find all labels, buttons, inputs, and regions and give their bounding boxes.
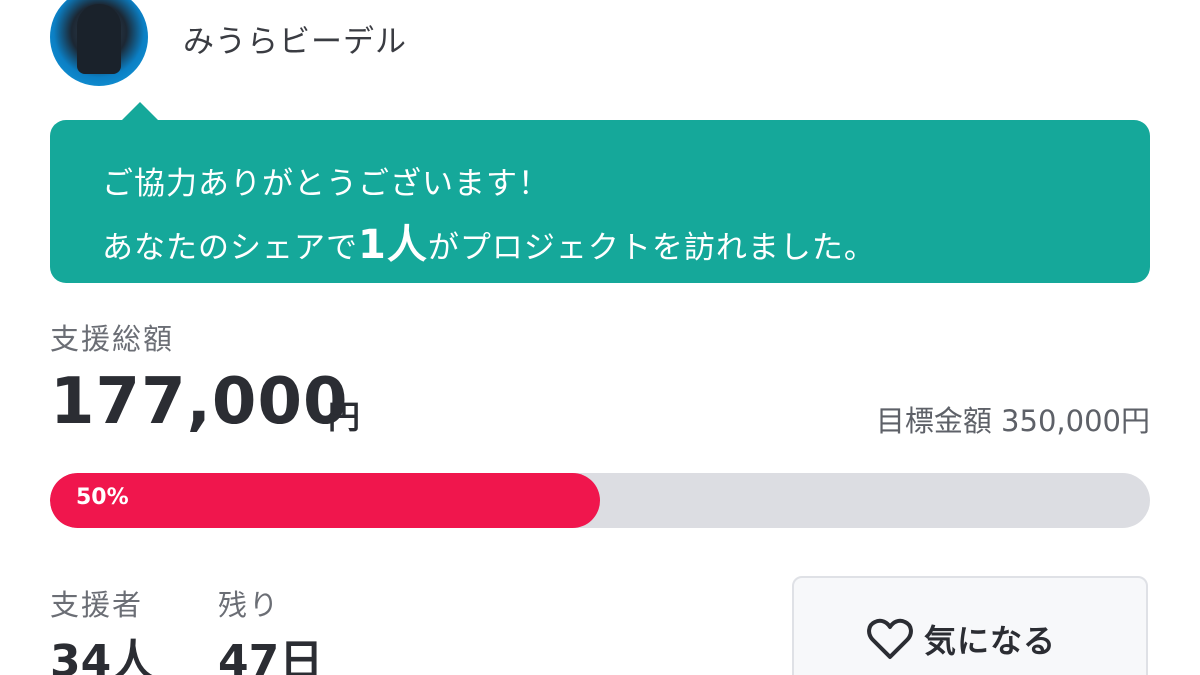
heart-icon xyxy=(867,618,913,659)
share-visits-message: あなたのシェアで1人がプロジェクトを訪れました。 xyxy=(102,212,876,270)
author-avatar[interactable] xyxy=(50,0,148,86)
goal-amount: 目標金額 350,000円 xyxy=(875,404,1150,438)
watch-button-content: 気になる xyxy=(866,616,1056,662)
thanks-message: ご協力ありがとうございます！ xyxy=(102,166,550,202)
total-amount-value: 177,000 xyxy=(50,365,349,439)
remaining-label: 残り xyxy=(218,588,281,622)
watch-button[interactable]: 気になる xyxy=(792,576,1148,675)
avatar-figure xyxy=(77,4,121,74)
share-thanks-balloon: ご協力ありがとうございます！ あなたのシェアで1人がプロジェクトを訪れました。 xyxy=(50,102,1150,283)
funding-progress-percent: 50% xyxy=(76,485,129,510)
supporters-count: 34人 xyxy=(50,636,156,675)
share-visits-prefix: あなたのシェアで xyxy=(102,230,358,266)
total-amount-unit: 円 xyxy=(328,398,361,436)
funding-progress-fill xyxy=(50,473,600,528)
share-visits-suffix: がプロジェクトを訪れました。 xyxy=(427,230,876,266)
funding-progress-bar: 50% xyxy=(50,473,1150,528)
total-amount-label: 支援総額 xyxy=(50,322,175,356)
author-name[interactable]: みうらビーデル xyxy=(183,16,407,61)
watch-button-label: 気になる xyxy=(924,622,1057,660)
share-visits-count: 1人 xyxy=(358,222,428,268)
project-status-panel: みうらビーデル ご協力ありがとうございます！ あなたのシェアで1人がプロジェクト… xyxy=(0,0,1200,675)
supporters-label: 支援者 xyxy=(50,588,144,622)
remaining-days: 47日 xyxy=(218,636,324,675)
